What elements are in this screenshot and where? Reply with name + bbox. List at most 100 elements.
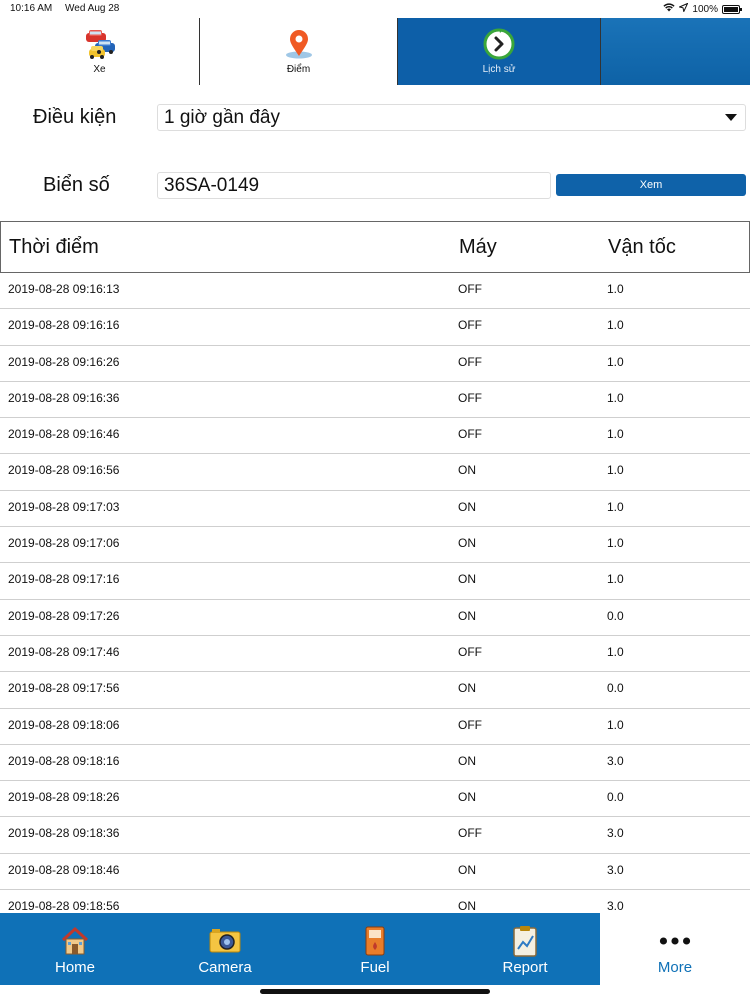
table-row[interactable]: 2019-08-28 09:16:36 OFF 1.0 — [0, 382, 750, 419]
cell-time: 2019-08-28 09:18:06 — [8, 717, 120, 732]
cell-time: 2019-08-28 09:17:26 — [8, 608, 120, 623]
cell-time: 2019-08-28 09:17:46 — [8, 644, 120, 659]
status-time: 10:16 AM — [10, 3, 53, 14]
fuel-pump-icon — [359, 925, 391, 957]
cell-time: 2019-08-28 09:16:36 — [8, 390, 120, 405]
cell-time: 2019-08-28 09:16:56 — [8, 463, 120, 478]
table-header: Thời điểm Máy Vận tốc — [0, 221, 750, 273]
column-header-engine[interactable]: Máy — [459, 236, 497, 259]
table-row[interactable]: 2019-08-28 09:17:03 ON 1.0 — [0, 491, 750, 528]
bottom-tab-fuel-label: Fuel — [360, 959, 390, 976]
wifi-icon — [663, 3, 676, 15]
cell-speed: 1.0 — [607, 427, 624, 442]
cell-engine: OFF — [458, 282, 482, 296]
cell-speed: 1.0 — [607, 463, 624, 478]
bottom-tab-home[interactable]: Home — [0, 913, 150, 985]
table-row[interactable]: 2019-08-28 09:18:46 ON 3.0 — [0, 854, 750, 891]
bottom-tab-camera-label: Camera — [198, 959, 252, 976]
history-table[interactable]: 2019-08-28 09:16:13 OFF 1.0 2019-08-28 09:… — [0, 273, 750, 913]
battery-percent: 100% — [692, 3, 718, 15]
camera-icon — [209, 925, 241, 957]
report-clipboard-icon — [509, 925, 541, 957]
cell-speed: 0.0 — [607, 681, 624, 696]
map-pin-icon — [282, 29, 316, 59]
table-row[interactable]: 2019-08-28 09:17:06 ON 1.0 — [0, 527, 750, 564]
cell-engine: OFF — [458, 644, 482, 659]
cell-engine: OFF — [458, 390, 482, 405]
table-row[interactable]: 2019-08-28 09:18:26 ON 0.0 — [0, 781, 750, 818]
table-row[interactable]: 2019-08-28 09:18:16 ON 3.0 — [0, 745, 750, 782]
tab-history[interactable]: Lịch sử — [398, 18, 601, 85]
home-indicator[interactable] — [260, 989, 490, 994]
status-date: Wed Aug 28 — [65, 3, 120, 14]
cell-time: 2019-08-28 09:18:56 — [8, 899, 120, 913]
bottom-tab-camera[interactable]: Camera — [150, 913, 300, 985]
table-row[interactable]: 2019-08-28 09:17:26 ON 0.0 — [0, 600, 750, 636]
cell-engine: OFF — [458, 318, 482, 333]
battery-icon — [722, 4, 742, 14]
tab-vehicles[interactable]: Xe — [0, 18, 200, 85]
cell-time: 2019-08-28 09:16:46 — [8, 427, 120, 442]
cell-speed: 1.0 — [607, 354, 624, 369]
cell-speed: 1.0 — [607, 572, 624, 587]
cell-speed: 1.0 — [607, 282, 624, 296]
cell-time: 2019-08-28 09:17:06 — [8, 536, 120, 551]
cell-speed: 1.0 — [607, 318, 624, 333]
table-row[interactable]: 2019-08-28 09:16:16 OFF 1.0 — [0, 309, 750, 346]
bottom-tab-more-label: More — [657, 959, 693, 976]
cell-speed: 3.0 — [607, 862, 624, 877]
cell-engine: ON — [458, 862, 476, 877]
bottom-tab-fuel[interactable]: Fuel — [300, 913, 450, 985]
cell-speed: 3.0 — [607, 899, 624, 913]
cell-engine: ON — [458, 536, 476, 551]
cell-speed: 1.0 — [607, 499, 624, 514]
column-header-time[interactable]: Thời điểm — [9, 236, 99, 259]
cell-time: 2019-08-28 09:17:03 — [8, 499, 120, 514]
cell-time: 2019-08-28 09:16:13 — [8, 282, 120, 296]
cell-time: 2019-08-28 09:16:26 — [8, 354, 120, 369]
bottom-tab-home-label: Home — [54, 959, 95, 976]
table-row[interactable]: 2019-08-28 09:16:26 OFF 1.0 — [0, 346, 750, 382]
condition-select-value: 1 giờ gần đây — [164, 107, 280, 128]
cars-icon — [83, 29, 117, 59]
cell-engine: ON — [458, 463, 476, 478]
cell-engine: ON — [458, 499, 476, 514]
table-row[interactable]: 2019-08-28 09:18:36 OFF 3.0 — [0, 817, 750, 854]
cell-time: 2019-08-28 09:17:56 — [8, 681, 120, 696]
cell-engine: OFF — [458, 427, 482, 442]
table-row[interactable]: 2019-08-28 09:17:56 ON 0.0 — [0, 672, 750, 709]
table-row[interactable]: 2019-08-28 09:17:16 ON 1.0 — [0, 563, 750, 600]
condition-label: Điều kiện — [33, 106, 117, 128]
view-button[interactable]: Xem — [556, 174, 746, 196]
bottom-tab-bar: Home Camera Fuel Report More — [0, 913, 750, 985]
house-icon — [59, 925, 91, 957]
tab-points[interactable]: Điểm — [200, 18, 398, 85]
tab-empty — [601, 18, 750, 85]
table-row[interactable]: 2019-08-28 09:17:46 OFF 1.0 — [0, 636, 750, 673]
table-row[interactable]: 2019-08-28 09:16:56 ON 1.0 — [0, 454, 750, 491]
bottom-tab-more[interactable]: More — [600, 913, 750, 985]
cell-time: 2019-08-28 09:17:16 — [8, 572, 120, 587]
bottom-tab-report[interactable]: Report — [450, 913, 600, 985]
condition-select[interactable]: 1 giờ gần đây — [157, 104, 746, 131]
cell-speed: 1.0 — [607, 536, 624, 551]
table-row[interactable]: 2019-08-28 09:18:06 OFF 1.0 — [0, 709, 750, 745]
cell-engine: ON — [458, 681, 476, 696]
status-bar: 10:16 AM Wed Aug 28 100% — [0, 0, 750, 18]
cell-engine: ON — [458, 899, 476, 913]
tab-points-label: Điểm — [286, 63, 311, 75]
cell-time: 2019-08-28 09:16:16 — [8, 318, 120, 333]
location-arrow-icon — [678, 2, 689, 15]
cell-time: 2019-08-28 09:18:36 — [8, 826, 120, 841]
cell-speed: 0.0 — [607, 790, 624, 805]
table-row[interactable]: 2019-08-28 09:16:46 OFF 1.0 — [0, 418, 750, 455]
cell-speed: 3.0 — [607, 826, 624, 841]
table-row[interactable]: 2019-08-28 09:18:56 ON 3.0 — [0, 890, 750, 913]
plate-input[interactable] — [157, 172, 551, 199]
column-header-speed[interactable]: Vận tốc — [608, 236, 676, 259]
table-row[interactable]: 2019-08-28 09:16:13 OFF 1.0 — [0, 273, 750, 310]
cell-time: 2019-08-28 09:18:26 — [8, 790, 120, 805]
history-clock-icon — [482, 28, 516, 59]
cell-engine: OFF — [458, 354, 482, 369]
cell-engine: ON — [458, 572, 476, 587]
